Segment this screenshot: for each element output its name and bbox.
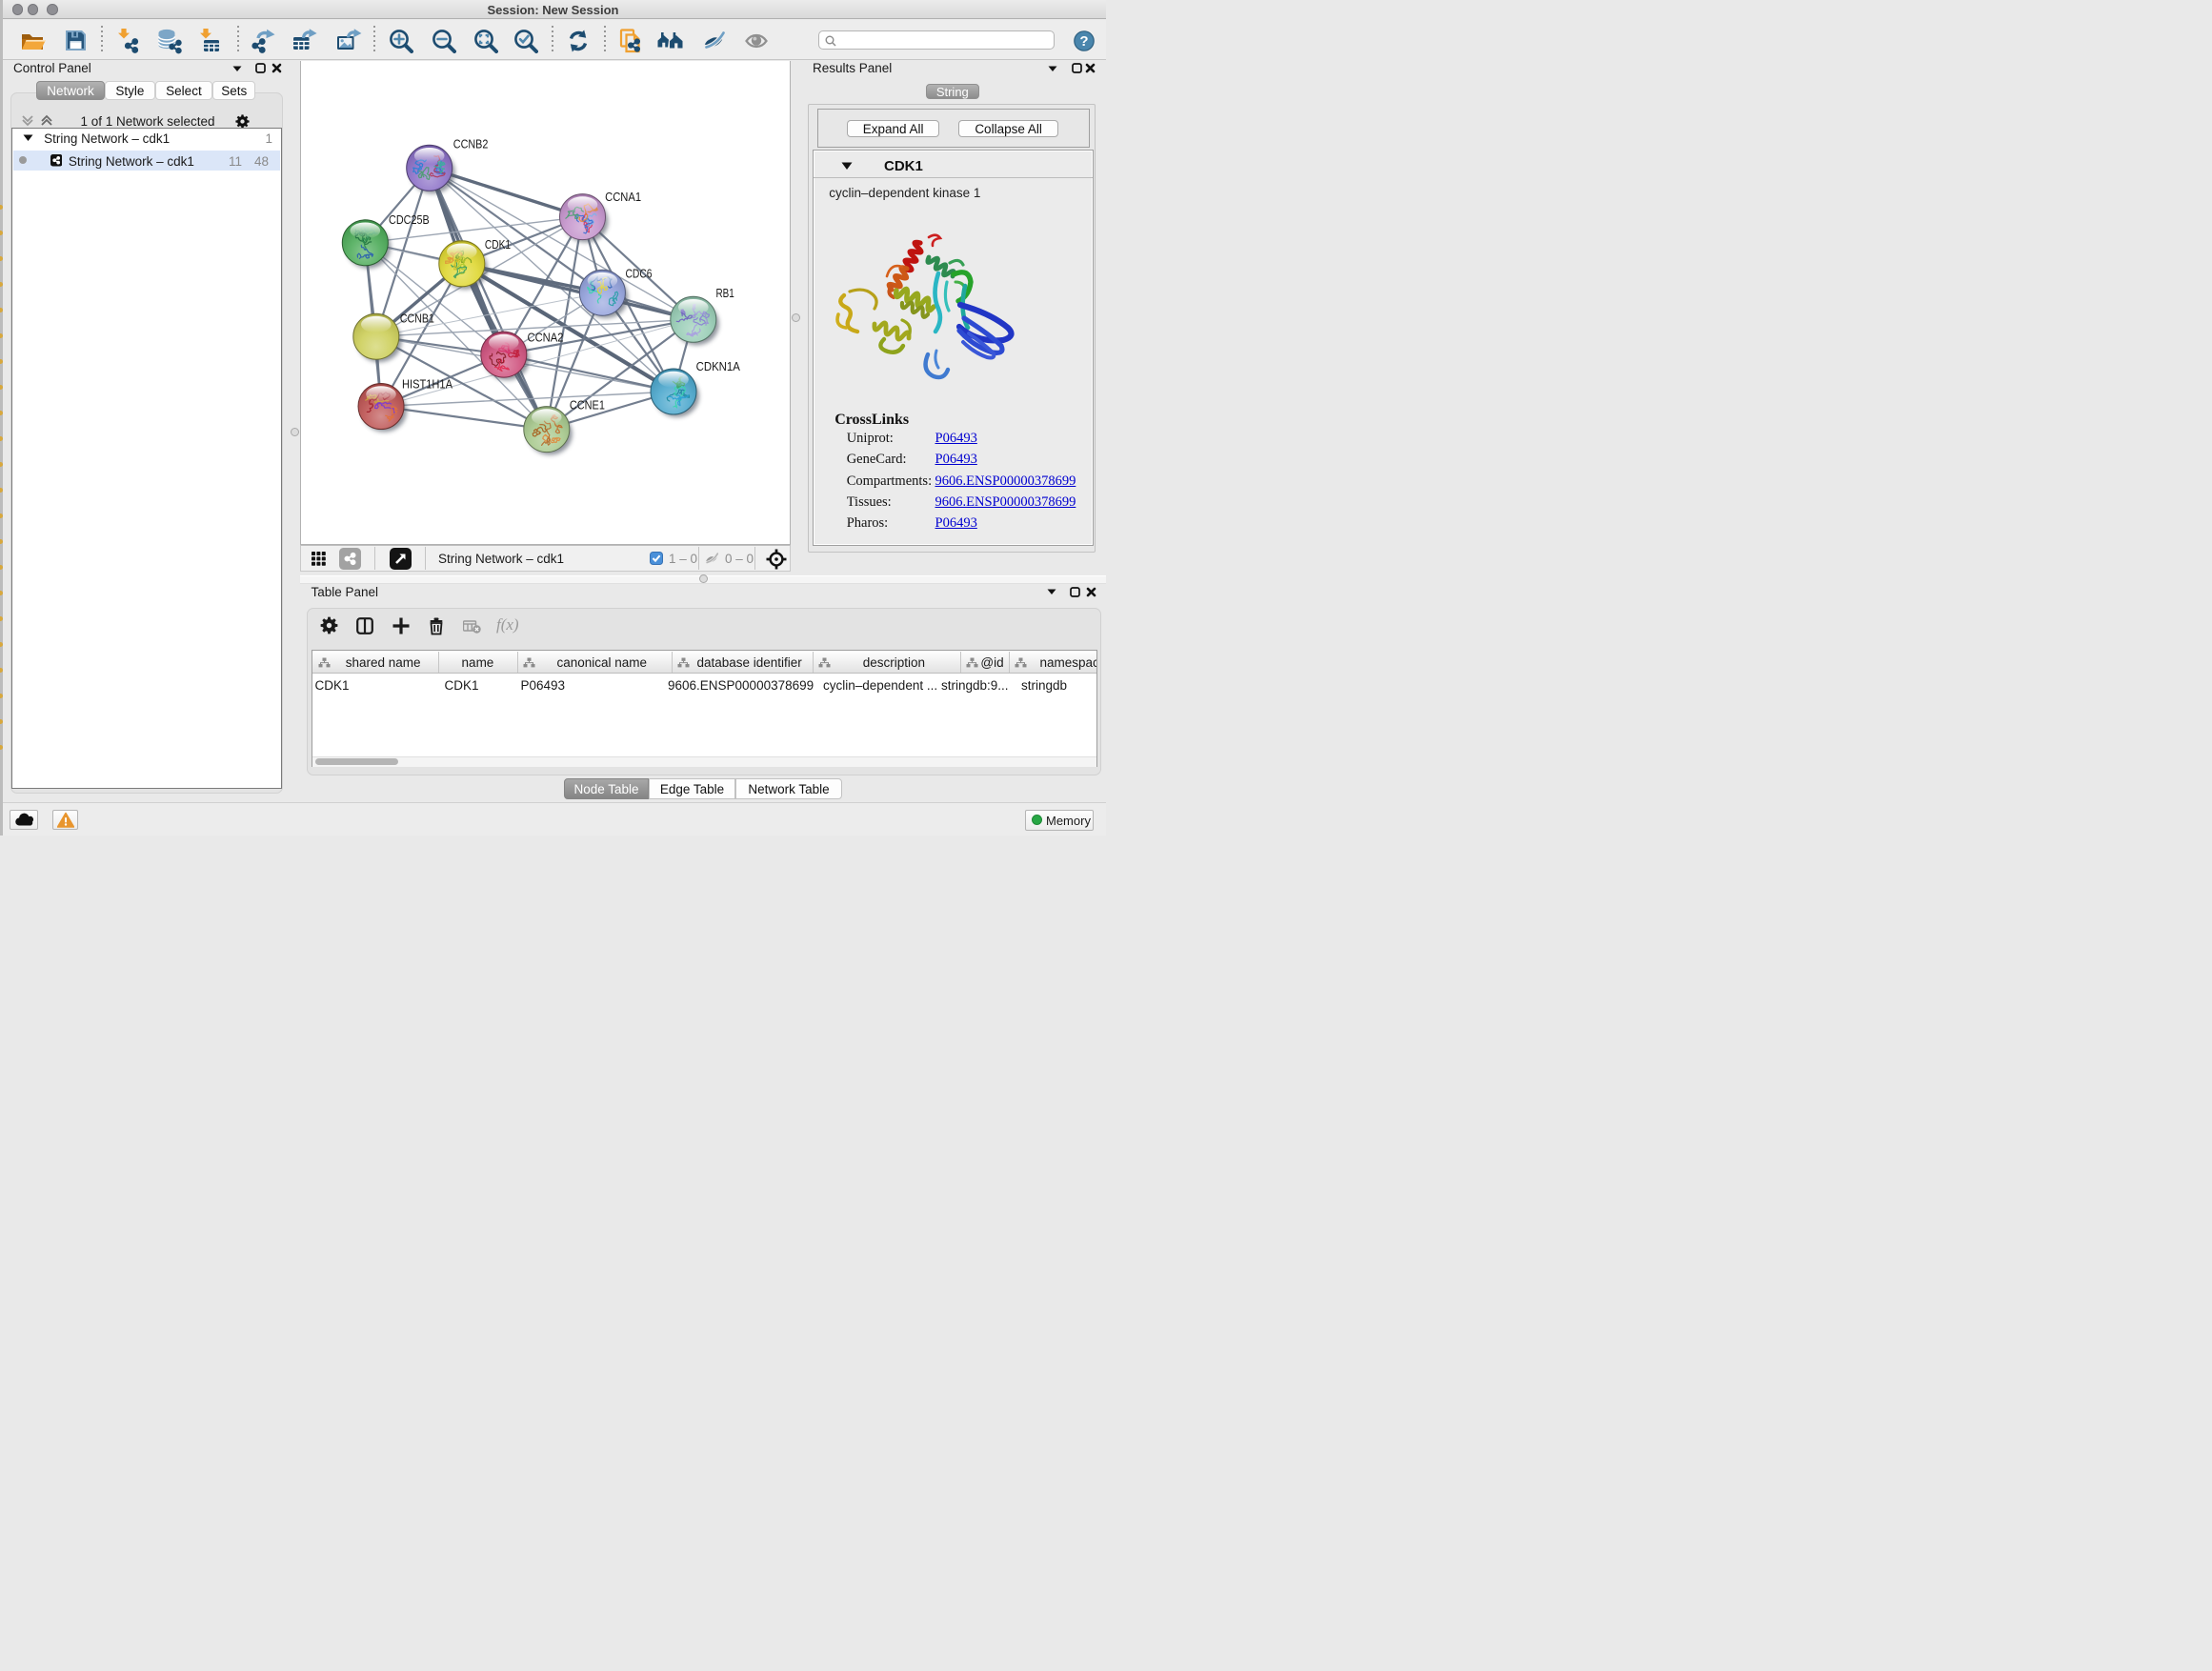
- svg-text:CCNE1: CCNE1: [570, 398, 605, 413]
- svg-text:CCNA2: CCNA2: [528, 331, 564, 345]
- svg-text:HIST1H1A: HIST1H1A: [402, 377, 452, 392]
- svg-text:CDC25B: CDC25B: [389, 212, 430, 227]
- svg-text:RB1: RB1: [716, 286, 734, 300]
- svg-text:CCNA1: CCNA1: [605, 190, 641, 204]
- svg-text:CCNB1: CCNB1: [400, 312, 434, 326]
- svg-text:CCNB2: CCNB2: [453, 136, 489, 151]
- svg-text:CDC6: CDC6: [626, 267, 653, 281]
- svg-text:?: ?: [1079, 33, 1088, 50]
- svg-text:CDKN1A: CDKN1A: [696, 359, 741, 373]
- svg-text:CDK1: CDK1: [485, 237, 511, 252]
